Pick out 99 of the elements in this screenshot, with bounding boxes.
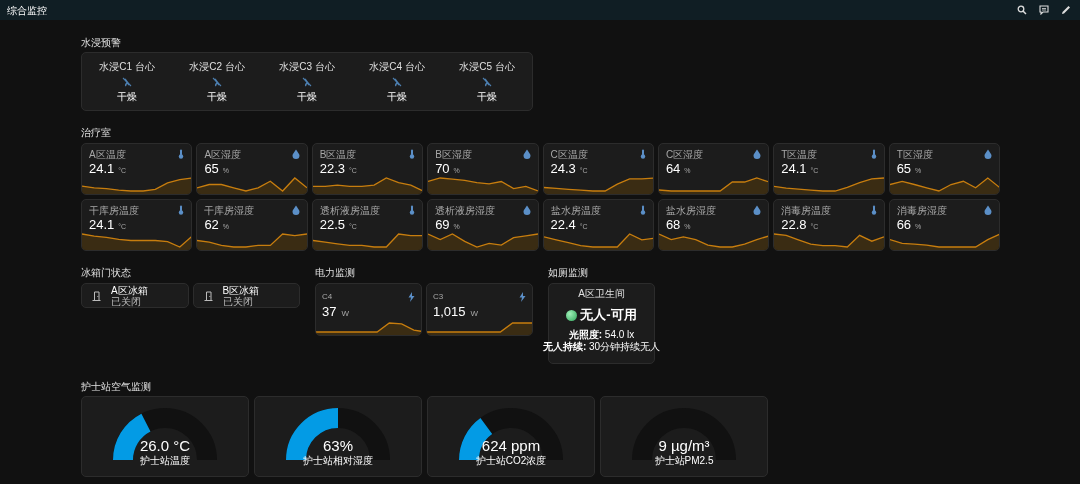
gauge-label: 护士站PM2.5 <box>654 455 714 466</box>
occupancy-status: 无人-可用 <box>580 307 637 323</box>
meter-value: 37 <box>322 304 337 319</box>
sensor-value: 22.3 <box>319 161 346 176</box>
sensor-name: 水浸C5 台心 <box>459 60 515 73</box>
sensor-name: B区温度 <box>319 149 357 161</box>
message-icon[interactable] <box>1039 5 1049 15</box>
thermometer-icon <box>178 149 185 159</box>
sensor-name: 干库房温度 <box>89 205 139 217</box>
meter-value: 1,015 <box>433 304 466 319</box>
section-heading: 如厕监测 <box>548 266 589 280</box>
sensor-name: C区温度 <box>550 149 588 161</box>
sensor-name: 透析液房温度 <box>319 205 380 217</box>
unit-label: W <box>470 308 479 320</box>
page-title: 综合监控 <box>7 3 47 18</box>
sensor-name: 盐水房湿度 <box>665 205 716 217</box>
sensor-name: T区湿度 <box>896 149 933 161</box>
water-drop-icon <box>522 149 531 159</box>
door-state: 已关闭 <box>222 295 253 307</box>
section-heading: 冰箱门状态 <box>81 266 132 280</box>
meter-name: C3 <box>433 292 444 302</box>
lightning-icon <box>519 292 526 302</box>
sensor-value: 65 <box>896 161 912 176</box>
sensor-name: 水浸C4 台心 <box>369 60 425 73</box>
gauge-label: 护士站CO2浓度 <box>475 455 547 466</box>
section-heading: 治疗室 <box>81 126 112 140</box>
sensor-value: 65 <box>204 161 219 176</box>
thermometer-icon <box>639 205 646 215</box>
sensor-value: 22.5 <box>319 217 346 232</box>
section-heading: 水浸预警 <box>81 36 122 50</box>
sensor-name: 水浸C2 台心 <box>189 60 245 73</box>
sensor-status: 干燥 <box>477 90 497 103</box>
water-drop-icon <box>291 149 300 159</box>
door-name: A区冰箱 <box>111 284 148 296</box>
sensor-status: 干燥 <box>297 90 317 103</box>
search-icon[interactable] <box>1017 5 1027 15</box>
sensor-name: 消毒房湿度 <box>896 205 947 217</box>
sensor-value: 22.8 <box>781 217 807 232</box>
sensor-value: 66 <box>896 217 912 232</box>
gauge-value: 9 µg/m³ <box>658 437 710 455</box>
thermometer-icon <box>870 205 877 215</box>
sensor-name: 盐水房温度 <box>550 205 601 217</box>
meter-name: C4 <box>322 292 333 302</box>
sensor-value: 68 <box>665 217 681 232</box>
door-icon <box>203 290 213 301</box>
water-drop-icon <box>984 205 992 215</box>
section-heading: 护士站空气监测 <box>81 380 152 394</box>
door-name: B区冰箱 <box>222 284 260 296</box>
sensor-value: 24.1 <box>89 161 115 176</box>
water-drop-icon <box>522 205 531 215</box>
edit-icon[interactable] <box>1061 5 1071 15</box>
lightning-icon <box>408 292 415 302</box>
gauge-value: 26.0 °C <box>139 437 191 455</box>
water-drop-icon <box>291 205 300 215</box>
thermometer-icon <box>409 205 416 215</box>
sensor-name: 水浸C3 台心 <box>279 60 335 73</box>
gauge-value: 624 ppm <box>481 437 541 455</box>
thermometer-icon <box>409 149 416 159</box>
pipe-off-icon <box>122 76 132 87</box>
sensor-name: A区湿度 <box>204 149 242 161</box>
sensor-value: 69 <box>435 217 450 232</box>
sensor-value: 22.4 <box>550 217 576 232</box>
thermometer-icon <box>178 205 185 215</box>
water-drop-icon <box>753 149 762 159</box>
pipe-off-icon <box>482 76 492 87</box>
sensor-name: A区温度 <box>89 149 126 161</box>
sensor-name: 透析液房湿度 <box>435 205 496 217</box>
sensor-name: 水浸C1 台心 <box>99 60 155 73</box>
thermometer-icon <box>870 149 877 159</box>
room-name: A区卫生间 <box>578 288 625 300</box>
detail-text: 光照度: 54.0 lx <box>568 329 635 341</box>
sensor-name: B区湿度 <box>435 149 472 161</box>
water-drop-icon <box>984 149 992 159</box>
sensor-value: 70 <box>435 161 450 176</box>
section-heading: 电力监测 <box>315 266 356 280</box>
thermometer-icon <box>639 149 646 159</box>
sensor-value: 24.1 <box>781 161 807 176</box>
pipe-off-icon <box>212 76 222 87</box>
gauge-label: 护士站相对湿度 <box>303 455 373 466</box>
unit-label: W <box>341 308 350 320</box>
sensor-status: 干燥 <box>207 90 227 103</box>
sensor-name: 消毒房温度 <box>781 205 832 217</box>
sensor-value: 24.1 <box>89 217 115 232</box>
sensor-status: 干燥 <box>387 90 407 103</box>
water-drop-icon <box>753 205 762 215</box>
door-icon <box>92 290 101 301</box>
sensor-name: C区湿度 <box>665 149 704 161</box>
sensor-value: 24.3 <box>550 161 576 176</box>
detail-text: 无人持续: 30分钟持续无人 <box>542 341 661 353</box>
pipe-off-icon <box>392 76 402 87</box>
gauge-value: 63% <box>323 437 353 455</box>
sensor-name: T区温度 <box>781 149 818 161</box>
door-state: 已关闭 <box>111 295 141 307</box>
pipe-off-icon <box>302 76 312 87</box>
sensor-value: 64 <box>665 161 681 176</box>
sensor-value: 62 <box>204 217 219 232</box>
sensor-name: 干库房湿度 <box>204 205 255 217</box>
sensor-status: 干燥 <box>117 90 137 103</box>
gauge-label: 护士站温度 <box>140 455 190 466</box>
